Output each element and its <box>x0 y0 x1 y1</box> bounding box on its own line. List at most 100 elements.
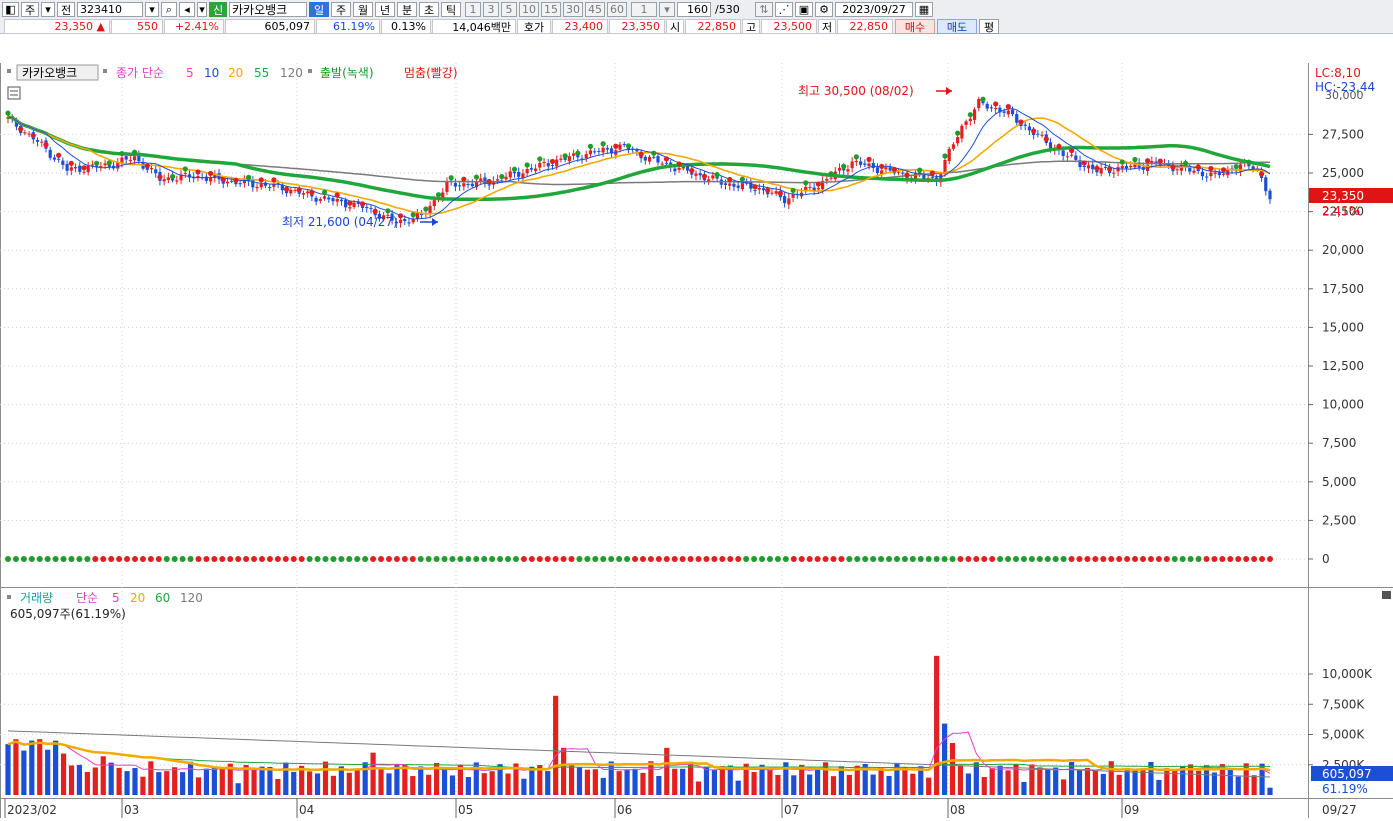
volume-bar <box>1061 779 1067 795</box>
period-week-button[interactable]: 주 <box>331 2 351 17</box>
signal-dot-zero <box>512 556 519 562</box>
market-ju-button[interactable]: 주 <box>21 2 39 17</box>
candle <box>635 149 639 152</box>
candle <box>1061 150 1065 156</box>
signal-dot-zero <box>925 556 932 562</box>
interval-dropdown-icon[interactable]: ▾ <box>659 2 675 17</box>
search-icon[interactable]: ⌕ <box>161 2 177 17</box>
date-input[interactable]: 2023/09/27 <box>835 2 913 17</box>
signal-dot-zero <box>774 556 781 562</box>
x-axis-label: 07 <box>784 803 799 817</box>
count-input[interactable]: 160 <box>677 2 711 17</box>
chart-area[interactable]: 27,500 25,000 22,500 20,000 17,500 15,000 12,5… <box>0 63 1393 818</box>
period-minute-button[interactable]: 분 <box>397 2 417 17</box>
signal-dot-zero <box>727 556 734 562</box>
high-label: 고 <box>742 19 760 34</box>
candle <box>723 183 728 185</box>
volume-bar <box>949 742 956 795</box>
signal-dot-zero <box>632 556 639 562</box>
candle <box>951 144 956 149</box>
signal-dot <box>955 130 961 136</box>
period-month-button[interactable]: 월 <box>353 2 373 17</box>
pane-collapse-icon[interactable] <box>1382 591 1391 599</box>
compare-icon[interactable]: ⇅ <box>755 2 773 17</box>
signal-dot-zero <box>981 556 988 562</box>
save-icon[interactable]: ▣ <box>795 2 813 17</box>
interval-select[interactable]: 1 <box>631 2 657 17</box>
volume-legend-ma5: 5 <box>112 591 120 605</box>
calendar-icon[interactable]: ▦ <box>915 2 933 17</box>
candle <box>597 150 601 152</box>
price-change: 550 <box>111 19 163 34</box>
signal-dot <box>638 151 644 157</box>
signal-dot-zero <box>473 556 480 562</box>
current-price: 23,350 ▲ <box>4 19 110 34</box>
period-10-button[interactable]: 10 <box>519 2 539 17</box>
stock-code-input[interactable]: 323410 <box>77 2 143 17</box>
period-1-button[interactable]: 1 <box>465 2 481 17</box>
signal-dot <box>435 192 442 198</box>
candle <box>230 180 234 182</box>
volume-bar <box>735 780 741 795</box>
code-dropdown-icon[interactable]: ▾ <box>145 2 159 17</box>
eval-button[interactable]: 평 <box>979 19 999 34</box>
market-dropdown-icon[interactable]: ▾ <box>41 2 55 17</box>
trend-icon[interactable]: ⋰ <box>775 2 793 17</box>
candle <box>972 109 977 120</box>
period-3-button[interactable]: 3 <box>483 2 499 17</box>
volume-bar <box>870 774 876 795</box>
volume-bar <box>568 763 575 795</box>
signal-dot-zero <box>1147 556 1154 562</box>
volume-y-tick-label: 7,500K <box>1322 697 1365 711</box>
candle <box>183 172 187 174</box>
volume-bar <box>180 772 186 795</box>
speaker-icon[interactable]: ◂ <box>179 2 195 17</box>
signal-dot-zero <box>1124 556 1131 562</box>
x-axis-end-label: 09/27 <box>1322 803 1357 817</box>
window-toggle-icon[interactable]: ◧ <box>2 2 19 17</box>
signal-dot <box>790 187 796 194</box>
signal-dot <box>233 177 239 183</box>
candle <box>133 156 137 161</box>
volume-bar <box>291 771 297 795</box>
signal-dot-zero <box>870 556 877 562</box>
speaker-dropdown-icon[interactable]: ▾ <box>197 2 207 17</box>
chart-canvas[interactable]: 27,50025,00022,50020,00017,50015,00012,5… <box>0 63 1393 818</box>
gear-icon[interactable]: ⚙ <box>815 2 833 17</box>
signal-dot-zero <box>481 556 488 562</box>
shin-button[interactable]: 신 <box>209 2 227 17</box>
candle <box>1040 134 1044 136</box>
period-60-button[interactable]: 60 <box>607 2 627 17</box>
period-day-button[interactable]: 일 <box>309 2 329 17</box>
signal-dot-zero <box>1140 556 1147 562</box>
signal-dot <box>94 160 100 166</box>
candle <box>968 118 972 122</box>
period-second-button[interactable]: 초 <box>419 2 439 17</box>
annotation-high: 최고 30,500 (08/02) <box>798 84 914 98</box>
signal-dot <box>587 143 594 149</box>
candle <box>1074 155 1078 160</box>
volume-bar <box>370 752 376 795</box>
period-30-button[interactable]: 30 <box>563 2 583 17</box>
volume-bar <box>1021 782 1027 795</box>
signal-dot-zero <box>711 556 718 562</box>
jeon-button[interactable]: 전 <box>57 2 75 17</box>
sell-button[interactable]: 매도 <box>937 19 977 34</box>
period-tick-button[interactable]: 틱 <box>441 2 461 17</box>
buy-button[interactable]: 매수 <box>895 19 935 34</box>
candle <box>863 163 867 165</box>
candle <box>407 222 411 224</box>
period-5-button[interactable]: 5 <box>501 2 517 17</box>
period-15-button[interactable]: 15 <box>541 2 561 17</box>
signal-dot-zero <box>1052 556 1059 562</box>
period-45-button[interactable]: 45 <box>585 2 605 17</box>
signal-dot-zero <box>1132 556 1139 562</box>
volume-bar <box>1132 770 1138 795</box>
table-toggle-icon[interactable] <box>7 86 21 100</box>
volume-bar <box>378 767 384 795</box>
signal-dot-zero <box>759 556 766 562</box>
candle <box>124 156 128 160</box>
period-year-button[interactable]: 년 <box>375 2 395 17</box>
candle <box>462 183 466 187</box>
signal-dot-zero <box>187 556 194 562</box>
